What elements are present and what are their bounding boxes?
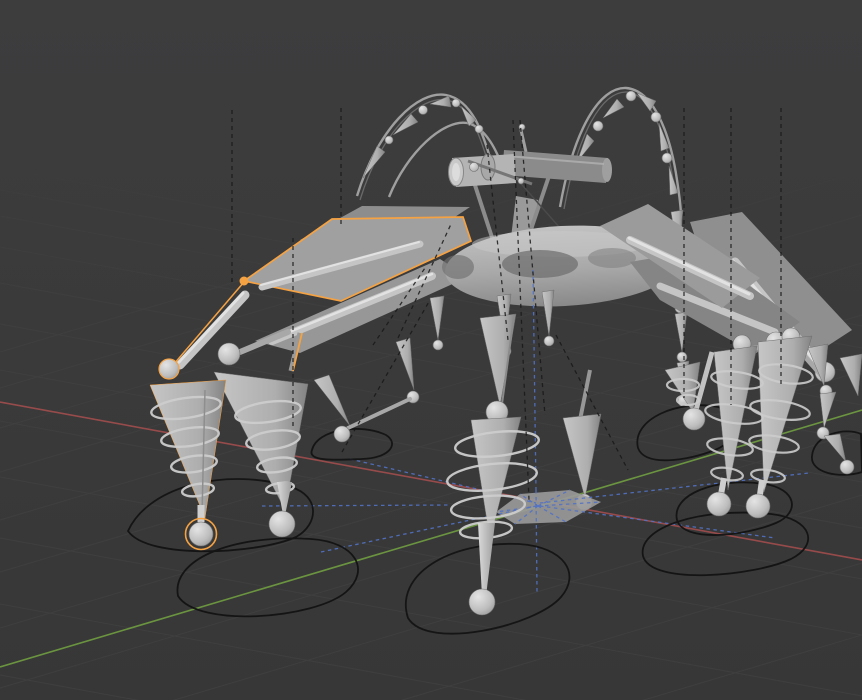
chain-joint-ball[interactable]: [839, 459, 855, 475]
arc-joint-ball[interactable]: [384, 135, 394, 145]
arc-joint-ball[interactable]: [474, 124, 484, 134]
selected-foot-ball[interactable]: [188, 521, 214, 547]
arc-joint-ball[interactable]: [451, 98, 461, 108]
rod-ball[interactable]: [517, 177, 525, 185]
arc-joint-ball[interactable]: [661, 152, 673, 164]
foot-ball[interactable]: [682, 407, 706, 431]
chain-joint-ball[interactable]: [676, 351, 688, 363]
torso-opening: [442, 255, 474, 279]
selected-bone-origin-dot[interactable]: [239, 276, 249, 286]
foot-ball[interactable]: [706, 491, 732, 517]
arc-joint-ball[interactable]: [592, 120, 604, 132]
cylinder-end-cap: [602, 158, 612, 182]
torso-hole: [588, 248, 636, 268]
selected-elbow-ball[interactable]: [158, 358, 180, 380]
blender-3d-viewport[interactable]: [0, 0, 862, 700]
foot-ball[interactable]: [468, 588, 496, 616]
arc-joint-ball[interactable]: [418, 105, 428, 115]
hanging-ball[interactable]: [543, 335, 555, 347]
knee-ball-joint[interactable]: [217, 342, 241, 366]
arc-joint-ball[interactable]: [625, 90, 637, 102]
viewport-canvas[interactable]: [0, 0, 862, 700]
foot-ball[interactable]: [268, 510, 296, 538]
foot-ball[interactable]: [333, 425, 351, 443]
torso-hole: [502, 250, 578, 278]
arc-joint-ball[interactable]: [650, 111, 662, 123]
rod-ball[interactable]: [469, 162, 479, 172]
cylinder-cap-core: [452, 163, 460, 181]
foot-ball[interactable]: [745, 493, 771, 519]
hanging-ball[interactable]: [432, 339, 444, 351]
pin-ball[interactable]: [518, 123, 526, 131]
